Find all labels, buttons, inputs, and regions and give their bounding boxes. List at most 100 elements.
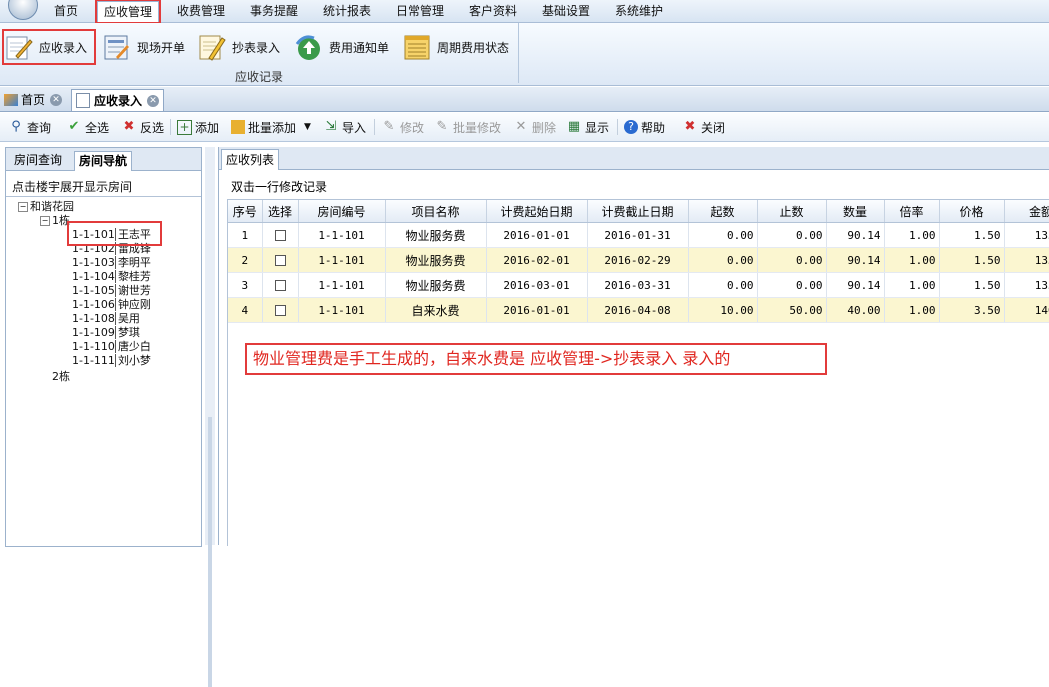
column-header[interactable]: 倍率 <box>884 200 940 223</box>
menu-home[interactable]: 首页 <box>46 3 86 20</box>
help-button[interactable]: ? 帮助 <box>624 118 665 136</box>
tree-node-building-1[interactable]: −1栋 <box>40 214 70 227</box>
table-row[interactable]: 3 1-1-101 物业服务费 2016-03-01 2016-03-31 0.00 0.0… <box>228 272 1049 298</box>
tab-receivable-list[interactable]: 应收列表 <box>221 149 280 170</box>
table-cell: 90.14 <box>826 272 885 298</box>
add-button[interactable]: + 添加 <box>177 118 219 136</box>
query-button[interactable]: ⚲ 查询 <box>8 118 51 136</box>
tree-node-room[interactable]: 1-1-108 吴用 <box>72 312 140 325</box>
menu-receivables[interactable]: 应收管理 <box>95 0 161 24</box>
column-header[interactable]: 数量 <box>826 200 885 223</box>
document-tab-bar: 首页 ✕ 应收录入 ✕ <box>0 87 1049 112</box>
tab-room-navigation[interactable]: 房间导航 <box>74 151 133 171</box>
column-header[interactable]: 止数 <box>757 200 827 223</box>
menu-reminders[interactable]: 事务提醒 <box>243 3 305 20</box>
batch-modify-label: 批量修改 <box>453 120 502 135</box>
column-header[interactable]: 序号 <box>228 200 263 223</box>
batch-modify-button[interactable]: ✎ 批量修改 <box>434 118 501 136</box>
menu-maintenance[interactable]: 系统维护 <box>608 3 670 20</box>
app-logo-icon[interactable] <box>8 0 38 20</box>
row-checkbox[interactable] <box>274 305 286 316</box>
periodic-fee-status-button[interactable]: 周期费用状态 <box>402 31 514 63</box>
tree-node-room[interactable]: 1-1-109 梦琪 <box>72 326 140 339</box>
tab-home[interactable]: 首页 ✕ <box>0 89 66 110</box>
close-button[interactable]: ✖ 关闭 <box>682 118 725 136</box>
fee-notice-button[interactable]: 费用通知单 <box>294 31 394 63</box>
tree-node-room[interactable]: 1-1-105 谢世芳 <box>72 284 151 297</box>
room-owner-name: 钟应刚 <box>114 298 151 311</box>
tree-node-room[interactable]: 1-1-104 黎桂芳 <box>72 270 151 283</box>
display-button[interactable]: ▦ 显示 <box>566 118 609 136</box>
row-checkbox[interactable] <box>274 255 286 266</box>
toolbar-separator <box>170 119 171 135</box>
ribbon-group-label: 应收记录 <box>234 70 283 84</box>
close-icon[interactable]: ✕ <box>147 94 160 107</box>
search-icon: ⚲ <box>11 119 21 134</box>
table-cell: 1.00 <box>884 297 940 323</box>
menu-daily[interactable]: 日常管理 <box>389 3 451 20</box>
row-select-cell <box>262 272 299 298</box>
table-cell: 1.50 <box>939 222 1005 248</box>
chevron-down-icon[interactable]: ▼ <box>304 122 311 132</box>
table-cell: 1 <box>228 222 263 248</box>
splitter-grip[interactable] <box>208 417 212 687</box>
column-header[interactable]: 金额 <box>1004 200 1049 223</box>
column-header[interactable]: 价格 <box>939 200 1005 223</box>
room-owner-name: 李明平 <box>114 256 151 269</box>
receivable-entry-button[interactable]: 应收录入 <box>2 29 96 65</box>
column-header[interactable]: 选择 <box>262 200 299 223</box>
column-header[interactable]: 起数 <box>688 200 758 223</box>
toolbar: ⚲ 查询 ✔ 全选 ✖ 反选 + 添加 批量添加 ▼ ⇲ 导入 ✎ 修改 ✎ 批量修改 ✕ 删除 … <box>0 113 1049 142</box>
tree-node-building-2[interactable]: 2栋 <box>52 370 70 383</box>
tree-building-2-label: 2栋 <box>52 370 70 383</box>
tree-node-room[interactable]: 1-1-110 唐少白 <box>72 340 151 353</box>
select-all-button[interactable]: ✔ 全选 <box>66 118 109 136</box>
onsite-billing-button[interactable]: 现场开单 <box>102 31 192 63</box>
display-icon: ▦ <box>567 119 581 134</box>
query-label: 查询 <box>27 120 52 135</box>
menu-settings[interactable]: 基础设置 <box>535 3 597 20</box>
tree-node-room[interactable]: 1-1-111 刘小梦 <box>72 354 151 367</box>
meter-entry-button[interactable]: 抄表录入 <box>197 31 287 63</box>
tree-node-root[interactable]: − 和谐花园 <box>18 200 74 213</box>
form-icon <box>104 35 129 60</box>
table-cell: 0.00 <box>757 272 827 298</box>
table-cell: 1.50 <box>939 247 1005 273</box>
tree-root-label: 和谐花园 <box>30 200 74 213</box>
room-highlight-box <box>67 221 162 246</box>
table-cell: 2016-01-01 <box>486 222 588 248</box>
column-header[interactable]: 计费起始日期 <box>486 200 588 223</box>
row-checkbox[interactable] <box>274 230 286 241</box>
delete-button[interactable]: ✕ 删除 <box>513 118 556 136</box>
batch-add-button[interactable]: 批量添加 ▼ <box>231 118 311 136</box>
tab-room-query[interactable]: 房间查询 <box>10 151 66 170</box>
column-header[interactable]: 房间编号 <box>298 200 386 223</box>
collapse-icon[interactable]: − <box>18 202 28 212</box>
delete-icon: ✕ <box>515 119 527 134</box>
close-icon[interactable]: ✕ <box>50 93 63 106</box>
tree-node-room[interactable]: 1-1-106 钟应刚 <box>72 298 151 311</box>
cross-icon: ✖ <box>123 119 135 134</box>
menu-reports[interactable]: 统计报表 <box>316 3 378 20</box>
table-row[interactable]: 1 1-1-101 物业服务费 2016-01-01 2016-01-31 0.00 0.0… <box>228 222 1049 248</box>
room-code: 1-1-110 <box>72 340 115 353</box>
table-row[interactable]: 2 1-1-101 物业服务费 2016-02-01 2016-02-29 0.00 0.0… <box>228 247 1049 273</box>
column-header[interactable]: 计费截止日期 <box>587 200 689 223</box>
home-icon <box>4 93 18 106</box>
collapse-icon[interactable]: − <box>40 216 50 226</box>
table-row[interactable]: 4 1-1-101 自来水费 2016-01-01 2016-04-08 10.00 50.… <box>228 297 1049 323</box>
tree-node-room[interactable]: 1-1-103 李明平 <box>72 256 151 269</box>
room-code: 1-1-105 <box>72 284 115 297</box>
table-cell: 10.00 <box>688 297 758 323</box>
invert-selection-button[interactable]: ✖ 反选 <box>121 118 164 136</box>
panel-splitter[interactable] <box>205 147 215 687</box>
menu-customers[interactable]: 客户资料 <box>462 3 524 20</box>
menu-charges[interactable]: 收费管理 <box>170 3 232 20</box>
tab-receivable-entry[interactable]: 应收录入 ✕ <box>71 89 165 111</box>
meter-entry-label: 抄表录入 <box>232 40 281 55</box>
modify-button[interactable]: ✎ 修改 <box>381 118 424 136</box>
column-header[interactable]: 项目名称 <box>385 200 487 223</box>
import-button[interactable]: ⇲ 导入 <box>323 118 366 136</box>
row-checkbox[interactable] <box>274 280 286 291</box>
room-owner-name: 梦琪 <box>114 326 140 339</box>
